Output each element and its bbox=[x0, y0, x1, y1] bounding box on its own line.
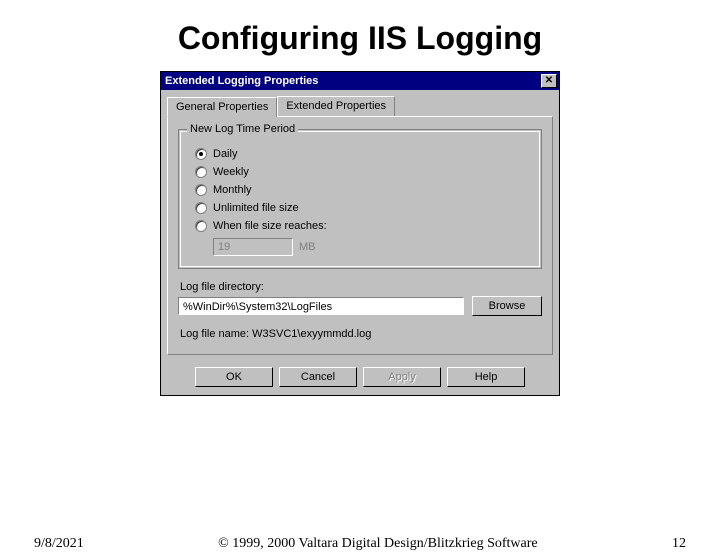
radio-weekly[interactable]: Weekly bbox=[195, 166, 531, 178]
size-row: 19 MB bbox=[213, 238, 531, 256]
log-dir-row: %WinDir%\System32\LogFiles Browse bbox=[178, 296, 542, 316]
log-dir-label: Log file directory: bbox=[180, 281, 542, 293]
radio-unlimited[interactable]: Unlimited file size bbox=[195, 202, 531, 214]
tab-general-properties[interactable]: General Properties bbox=[167, 97, 277, 117]
radio-daily[interactable]: Daily bbox=[195, 148, 531, 160]
titlebar-text: Extended Logging Properties bbox=[165, 75, 318, 87]
radio-label-monthly: Monthly bbox=[213, 184, 252, 196]
dialog-window: Extended Logging Properties ✕ General Pr… bbox=[160, 71, 560, 396]
tabs-row: General Properties Extended Properties bbox=[161, 90, 559, 116]
group-new-log-time-period: New Log Time Period Daily Weekly Monthly… bbox=[178, 129, 542, 269]
size-input: 19 bbox=[213, 238, 293, 256]
footer-date: 9/8/2021 bbox=[34, 536, 84, 552]
apply-button[interactable]: Apply bbox=[363, 367, 441, 387]
log-filename-label: Log file name: W3SVC1\exyymmdd.log bbox=[180, 328, 542, 340]
radio-icon bbox=[195, 184, 207, 196]
radio-label-unlimited: Unlimited file size bbox=[213, 202, 299, 214]
footer-page-number: 12 bbox=[672, 536, 686, 552]
radio-monthly[interactable]: Monthly bbox=[195, 184, 531, 196]
radio-label-weekly: Weekly bbox=[213, 166, 249, 178]
radio-icon bbox=[195, 220, 207, 232]
ok-button[interactable]: OK bbox=[195, 367, 273, 387]
close-button[interactable]: ✕ bbox=[541, 74, 557, 88]
browse-button[interactable]: Browse bbox=[472, 296, 542, 316]
radio-icon bbox=[195, 166, 207, 178]
slide-footer: 9/8/2021 © 1999, 2000 Valtara Digital De… bbox=[0, 536, 720, 552]
titlebar: Extended Logging Properties ✕ bbox=[161, 72, 559, 90]
tab-panel: New Log Time Period Daily Weekly Monthly… bbox=[167, 116, 553, 355]
dialog-buttons: OK Cancel Apply Help bbox=[161, 361, 559, 395]
size-unit-label: MB bbox=[299, 241, 316, 253]
radio-icon bbox=[195, 148, 207, 160]
footer-copyright: © 1999, 2000 Valtara Digital Design/Blit… bbox=[84, 536, 672, 552]
group-legend: New Log Time Period bbox=[187, 123, 298, 135]
radio-label-daily: Daily bbox=[213, 148, 237, 160]
radio-icon bbox=[195, 202, 207, 214]
radio-label-when-size: When file size reaches: bbox=[213, 220, 327, 232]
cancel-button[interactable]: Cancel bbox=[279, 367, 357, 387]
slide-title: Configuring IIS Logging bbox=[0, 20, 720, 57]
log-dir-input[interactable]: %WinDir%\System32\LogFiles bbox=[178, 297, 464, 315]
radio-when-size[interactable]: When file size reaches: bbox=[195, 220, 531, 232]
help-button[interactable]: Help bbox=[447, 367, 525, 387]
tab-extended-properties[interactable]: Extended Properties bbox=[277, 96, 395, 116]
